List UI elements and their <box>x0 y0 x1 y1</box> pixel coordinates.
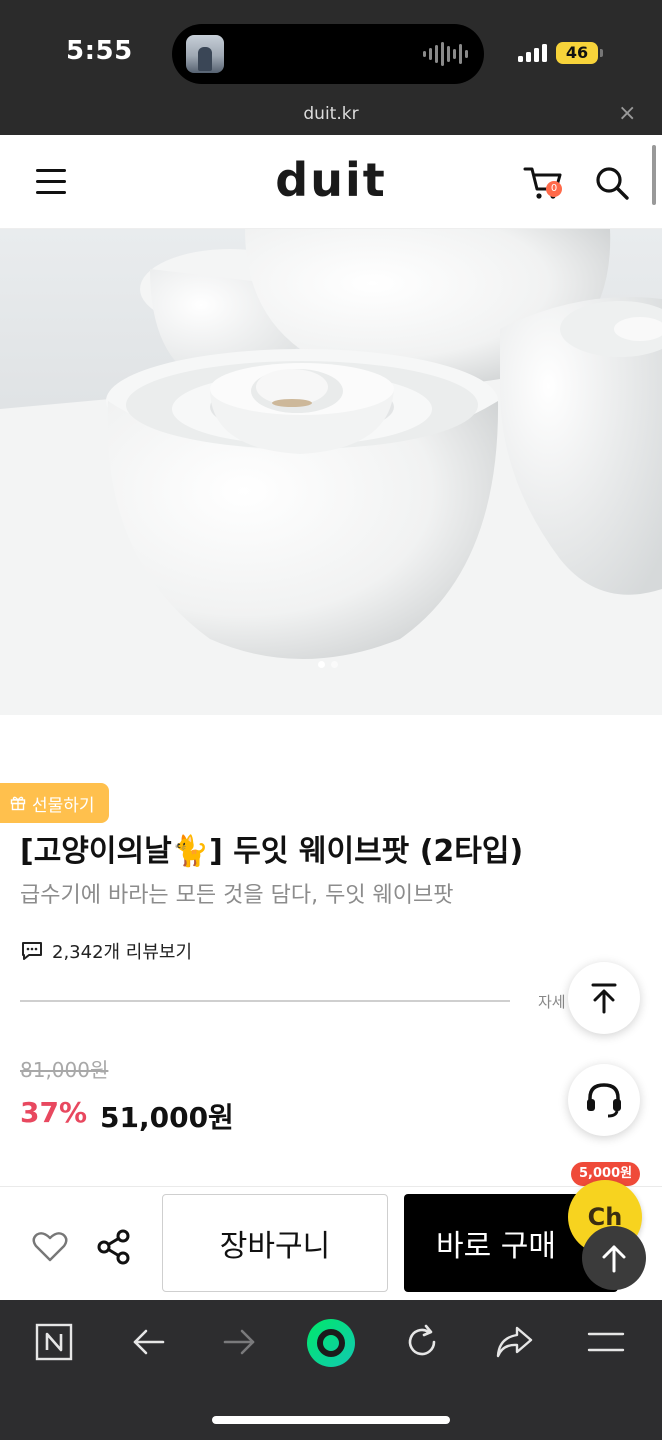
now-playing-icon <box>186 35 224 73</box>
divider <box>20 1000 510 1002</box>
page-top-button[interactable] <box>582 1226 646 1290</box>
product-title: [고양이의날🐈] 두잇 웨이브팟 (2타입) <box>20 834 524 869</box>
gift-label: 선물하기 <box>32 795 95 816</box>
purchase-action-bar: 장바구니 바로 구매 <box>0 1186 662 1300</box>
search-icon[interactable] <box>594 165 630 201</box>
sale-price: 51,000원 <box>100 1101 234 1134</box>
scrollbar[interactable] <box>652 145 656 205</box>
heart-icon[interactable] <box>32 1231 68 1263</box>
menu-lines-icon[interactable] <box>586 1322 626 1362</box>
customer-service-button[interactable] <box>568 1064 640 1136</box>
add-to-cart-button[interactable]: 장바구니 <box>162 1194 388 1292</box>
product-subtitle: 급수기에 바라는 모든 것을 담다, 두잇 웨이브팟 <box>20 883 454 908</box>
green-dot-home-icon[interactable] <box>304 1316 358 1370</box>
signal-icon <box>518 44 547 62</box>
arrow-up-icon <box>602 1245 626 1273</box>
menu-lines-glyph <box>587 1332 625 1352</box>
audio-wave-icon <box>423 42 468 66</box>
gift-button[interactable]: 선물하기 <box>0 783 109 823</box>
back-arrow-glyph <box>133 1329 165 1355</box>
product-hero-image[interactable] <box>0 229 662 715</box>
close-icon[interactable]: × <box>618 102 636 126</box>
browser-top-chrome: 5:55 46 duit.kr × <box>0 0 662 135</box>
share-arrow-glyph <box>496 1326 533 1358</box>
home-indicator[interactable] <box>212 1416 450 1424</box>
discount-rate: 37% <box>20 1096 88 1129</box>
headset-icon <box>587 1083 621 1118</box>
status-time: 5:55 <box>66 36 133 66</box>
back-arrow-icon[interactable] <box>128 1322 168 1362</box>
reload-icon[interactable] <box>402 1322 442 1362</box>
site-header: duit <box>0 135 662 229</box>
share-icon[interactable] <box>96 1229 132 1265</box>
dynamic-island[interactable] <box>172 24 484 84</box>
carousel-indicator[interactable] <box>318 661 338 668</box>
address-bar-url[interactable]: duit.kr <box>0 104 662 124</box>
reload-glyph <box>408 1324 436 1356</box>
naver-n-glyph <box>35 1323 73 1361</box>
forward-arrow-glyph <box>223 1329 255 1355</box>
review-count-label: 2,342개 리뷰보기 <box>52 942 193 963</box>
forward-arrow-icon[interactable] <box>220 1322 260 1362</box>
share-arrow-icon[interactable] <box>494 1322 534 1362</box>
battery-icon: 46 <box>556 42 603 64</box>
cart-count-badge: 0 <box>546 181 562 197</box>
arrow-up-bar-icon <box>591 983 617 1014</box>
scroll-to-top-button[interactable] <box>568 962 640 1034</box>
green-dot-glyph <box>307 1319 355 1367</box>
chat-bubble-icon <box>22 942 42 960</box>
naver-n-icon[interactable] <box>34 1322 74 1362</box>
gift-icon <box>10 796 26 811</box>
detail-more-link[interactable]: 자세 <box>538 991 566 1012</box>
water-bowl-photo <box>0 229 662 715</box>
original-price: 81,000원 <box>20 1058 109 1082</box>
review-link[interactable]: 2,342개 리뷰보기 <box>20 938 192 964</box>
